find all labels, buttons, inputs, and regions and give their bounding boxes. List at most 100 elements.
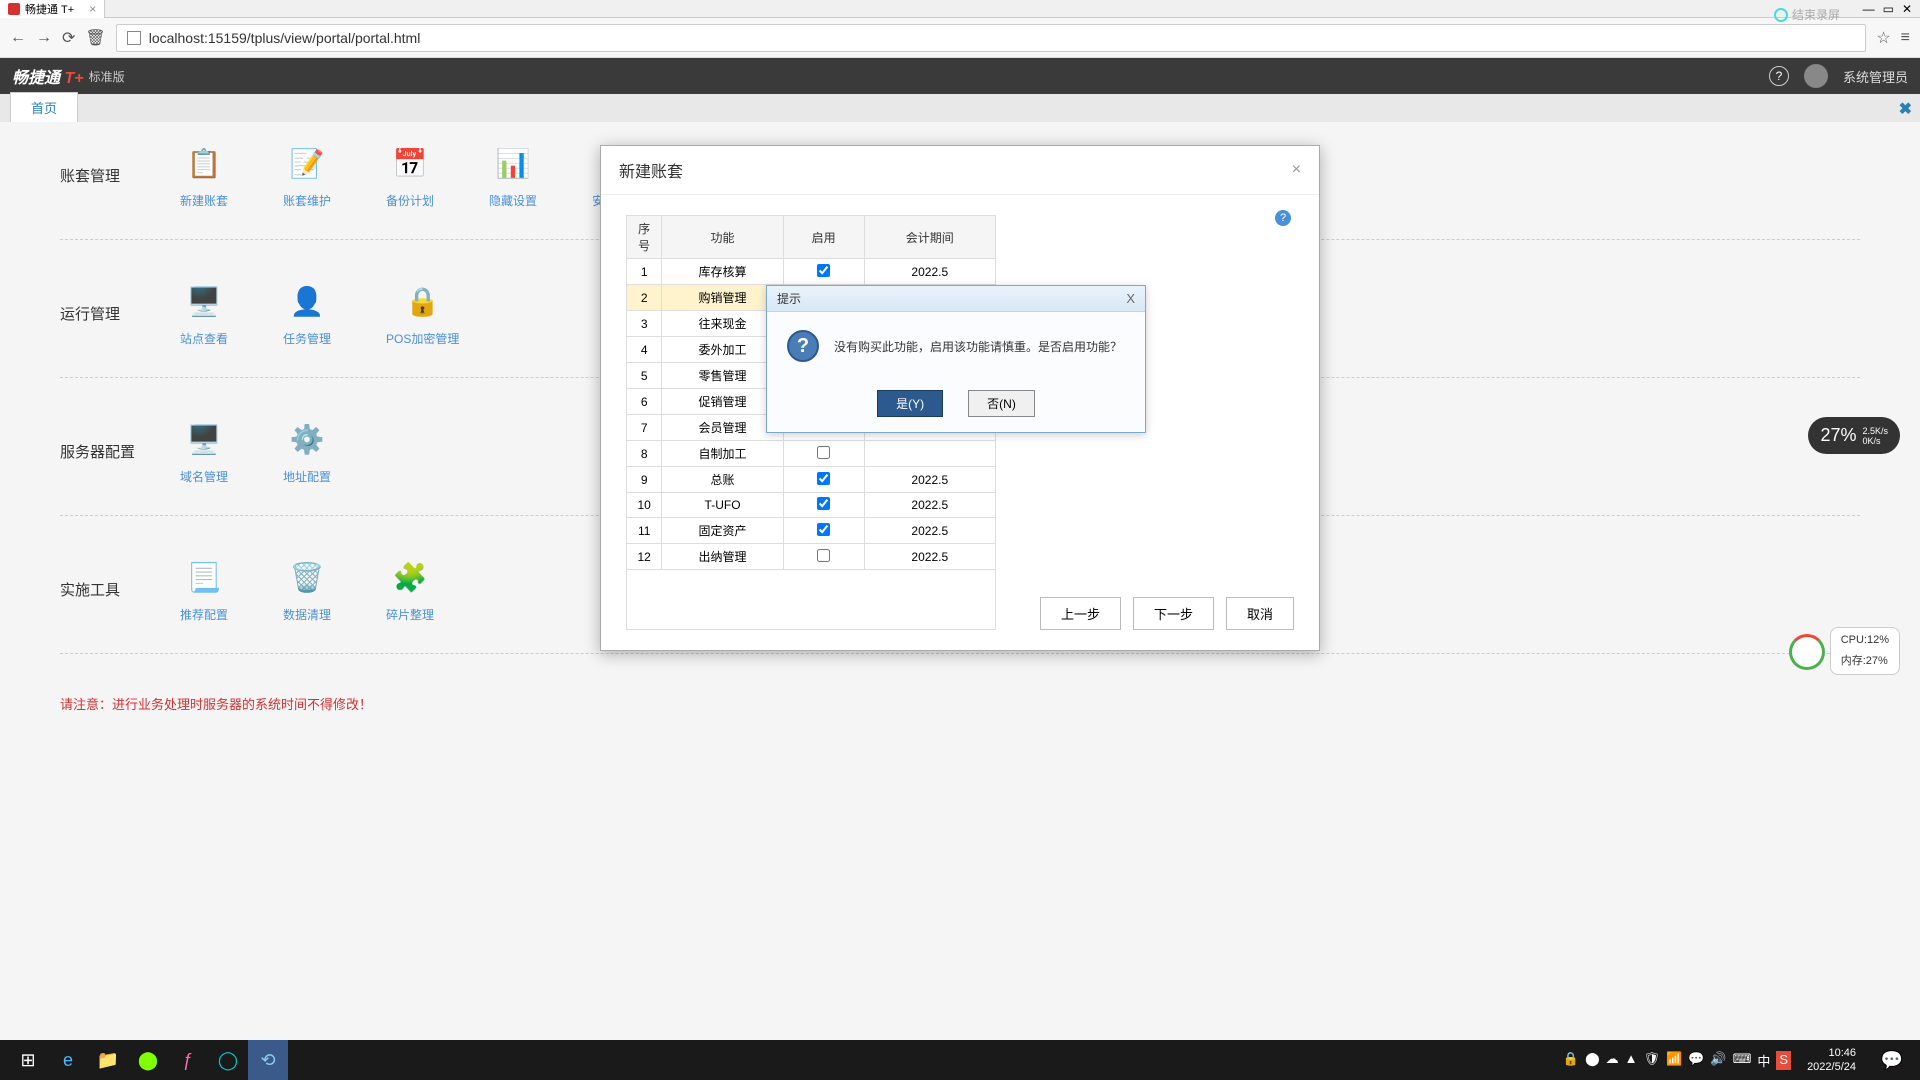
user-name: 系统管理员 (1843, 67, 1908, 86)
launcher-item[interactable]: 📊隐藏设置 (489, 142, 537, 209)
launcher-item[interactable]: 🖥️域名管理 (180, 418, 228, 485)
cpu-widget[interactable]: CPU:12% 内存:27% (1830, 627, 1900, 675)
col-enable: 启用 (783, 216, 864, 259)
enable-checkbox[interactable] (817, 549, 830, 562)
launcher-item[interactable]: 👤 任务管理 (283, 280, 331, 347)
reload-icon[interactable]: ⟳ (62, 28, 75, 48)
url-bar[interactable]: localhost:15159/tplus/view/portal/portal… (116, 24, 1867, 52)
back-icon[interactable]: ← (10, 29, 26, 47)
tray-icon[interactable]: ☁ (1606, 1051, 1619, 1070)
launcher-icon: 📅 (386, 142, 434, 184)
minimize-icon[interactable]: — (1863, 2, 1875, 16)
launcher-item[interactable]: 📋新建账套 (180, 142, 228, 209)
network-speed-widget[interactable]: 27% 2.5K/s 0K/s (1808, 417, 1900, 454)
star-icon[interactable]: ☆ (1876, 28, 1890, 48)
launcher-label: 任务管理 (283, 330, 331, 347)
table-row[interactable]: 12出纳管理2022.5 (627, 544, 996, 570)
tray-icon[interactable]: 💬 (1688, 1051, 1704, 1070)
tray-icon[interactable]: 📶 (1666, 1051, 1682, 1070)
recording-badge[interactable]: 结束录屏 (1774, 6, 1840, 23)
speed-percent: 27% (1820, 425, 1856, 446)
explorer-icon[interactable]: 📁 (88, 1040, 128, 1080)
maximize-icon[interactable]: ▭ (1883, 2, 1894, 16)
taskbar-clock[interactable]: 10:46 2022/5/24 (1799, 1046, 1864, 1075)
prompt-header: 提示 X (767, 286, 1145, 312)
tray-icon[interactable]: 🔊 (1710, 1051, 1726, 1070)
question-icon: ? (787, 330, 819, 362)
app-icon-2[interactable]: ƒ (168, 1040, 208, 1080)
launcher-label: 新建账套 (180, 192, 228, 209)
modal-header: 新建账套 × (601, 146, 1319, 195)
notification-icon[interactable]: 💬 (1872, 1040, 1912, 1080)
tray-icon[interactable]: 中 (1757, 1051, 1770, 1070)
warning-text: 请注意：进行业务处理时服务器的系统时间不得修改！ (60, 694, 1860, 713)
tabs-close-icon[interactable]: ✖ (1899, 99, 1912, 119)
enable-checkbox[interactable] (817, 446, 830, 459)
taskbar: ⊞ e 📁 ⬤ ƒ ◯ ⟲ 🔒 ⬤ ☁ ▲ 🛡 📶 💬 🔊 ⌨ 中 S 10:4… (0, 1040, 1920, 1080)
launcher-label: 备份计划 (386, 192, 434, 209)
tray-icon[interactable]: S (1776, 1051, 1791, 1070)
launcher-label: 账套维护 (283, 192, 331, 209)
start-button[interactable]: ⊞ (8, 1040, 48, 1080)
prompt-close-icon[interactable]: X (1126, 291, 1135, 306)
launcher-icon: 👤 (283, 280, 331, 322)
enable-checkbox[interactable] (817, 497, 830, 510)
app-edition: 标准版 (89, 68, 125, 85)
table-row[interactable]: 9总账2022.5 (627, 467, 996, 493)
close-icon[interactable]: ✕ (1902, 2, 1912, 16)
enable-checkbox[interactable] (817, 523, 830, 536)
app-icon-4[interactable]: ⟲ (248, 1040, 288, 1080)
avatar[interactable] (1804, 64, 1828, 88)
enable-checkbox[interactable] (817, 264, 830, 277)
table-row[interactable]: 11固定资产2022.5 (627, 518, 996, 544)
launcher-item[interactable]: 📝 账套维护 (283, 142, 331, 209)
prompt-title: 提示 (777, 290, 801, 307)
launcher-item[interactable]: 🔒POS加密管理 (386, 280, 459, 347)
prev-button[interactable]: 上一步 (1040, 597, 1121, 630)
no-button[interactable]: 否(N) (968, 390, 1035, 417)
app-icon-1[interactable]: ⬤ (128, 1040, 168, 1080)
help-icon[interactable]: ? (1769, 66, 1789, 86)
next-button[interactable]: 下一步 (1133, 597, 1214, 630)
launcher-item[interactable]: 🖥️站点查看 (180, 280, 228, 347)
tray-icon[interactable]: 🛡 (1644, 1051, 1661, 1070)
browser-toolbar: ← → ⟳ 🗑 localhost:15159/tplus/view/porta… (0, 18, 1920, 58)
tray-icon[interactable]: ⌨ (1733, 1051, 1752, 1070)
forward-icon[interactable]: → (36, 29, 52, 47)
modal-help-icon[interactable]: ? (1275, 210, 1291, 226)
table-row[interactable]: 1库存核算2022.5 (627, 259, 996, 285)
launcher-label: 隐藏设置 (489, 192, 537, 209)
tab-home[interactable]: 首页 (10, 92, 78, 122)
launcher-item[interactable]: ⚙️地址配置 (283, 418, 331, 485)
table-row[interactable]: 8自制加工 (627, 441, 996, 467)
table-row[interactable]: 10T-UFO2022.5 (627, 493, 996, 518)
launcher-label: POS加密管理 (386, 330, 459, 347)
yes-button[interactable]: 是(Y) (877, 390, 943, 417)
launcher-icon: 📝 (283, 142, 331, 184)
launcher-label: 域名管理 (180, 468, 228, 485)
trash-icon[interactable]: 🗑 (85, 28, 105, 48)
tab-close-icon[interactable]: × (89, 2, 96, 16)
app-icon-3[interactable]: ◯ (208, 1040, 248, 1080)
tray-icon[interactable]: ⬤ (1585, 1051, 1600, 1070)
record-icon (1774, 8, 1788, 22)
tray-icon[interactable]: 🔒 (1563, 1051, 1579, 1070)
system-tray[interactable]: 🔒 ⬤ ☁ ▲ 🛡 📶 💬 🔊 ⌨ 中 S (1563, 1051, 1791, 1070)
modal-close-icon[interactable]: × (1292, 161, 1301, 179)
prompt-footer: 是(Y) 否(N) (767, 380, 1145, 432)
launcher-item[interactable]: 📃推荐配置 (180, 556, 228, 623)
launcher-item[interactable]: 🧩碎片整理 (386, 556, 434, 623)
app-logo: 畅捷通 T+ (12, 64, 84, 88)
launcher-item[interactable]: 🗑️数据清理 (283, 556, 331, 623)
menu-icon[interactable]: ≡ (1901, 29, 1910, 47)
enable-checkbox[interactable] (817, 472, 830, 485)
tray-icon[interactable]: ▲ (1625, 1051, 1638, 1070)
edge-icon[interactable]: e (48, 1040, 88, 1080)
launcher-label: 站点查看 (180, 330, 228, 347)
launcher-label: 数据清理 (283, 606, 331, 623)
section-title: 服务器配置 (60, 441, 180, 462)
app-tabs: 首页 ✖ (0, 94, 1920, 122)
browser-tab[interactable]: 畅捷通 T+ × (0, 0, 105, 18)
launcher-item[interactable]: 📅 备份计划 (386, 142, 434, 209)
cancel-button[interactable]: 取消 (1226, 597, 1294, 630)
